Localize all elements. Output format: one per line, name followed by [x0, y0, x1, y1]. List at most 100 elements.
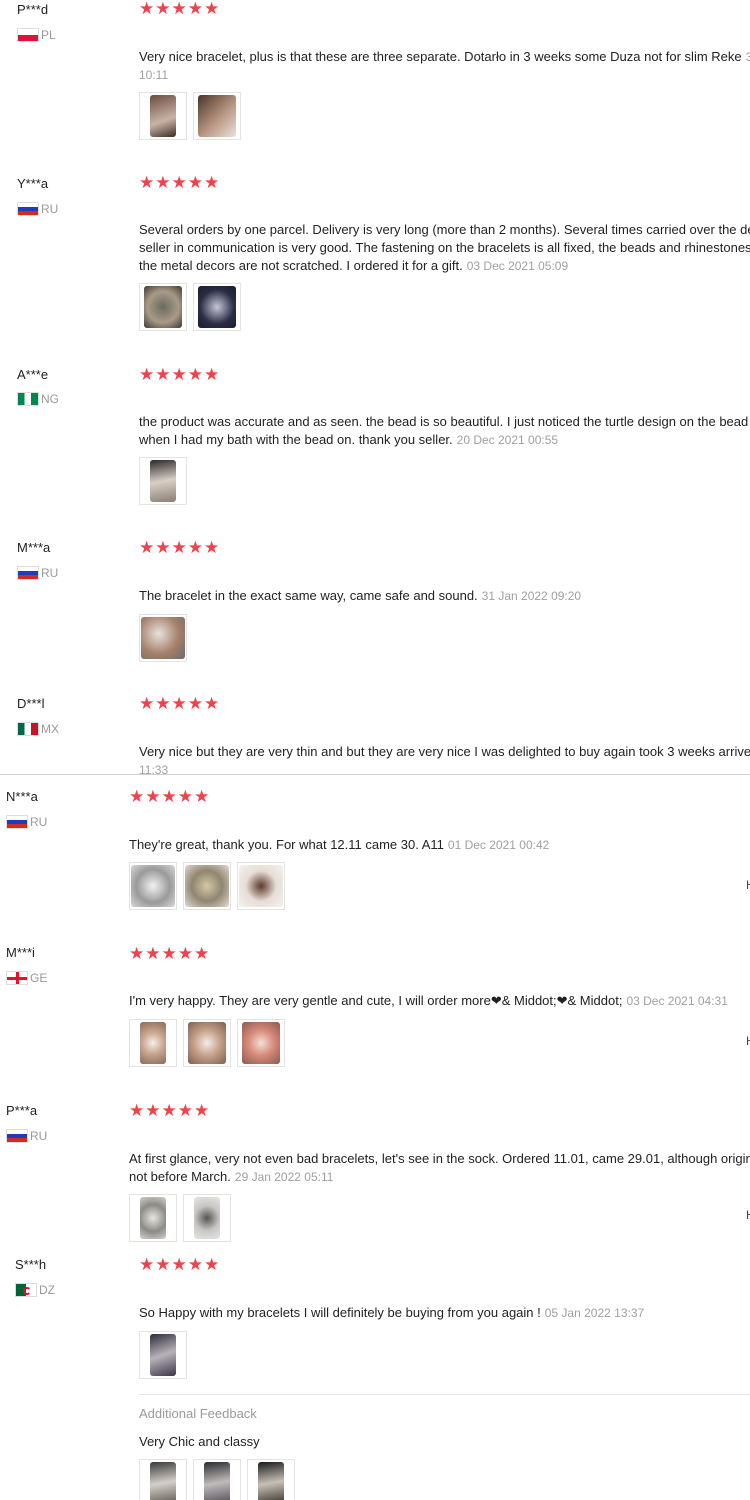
rating-stars: ★★★★★ — [139, 1255, 221, 1274]
review-text-line: the product was accurate and as seen. th… — [139, 414, 749, 429]
review-text-line: I'm very happy. They are very gentle and… — [129, 993, 728, 1008]
review-photos — [139, 614, 187, 662]
review-text-line: when I had my bath with the bead on. tha… — [139, 432, 559, 447]
review-text-line: seller in communication is very good. Th… — [139, 240, 750, 255]
review-date: 29 Jan 2022 05:11 — [234, 1170, 334, 1184]
reviewer-name: P***d — [17, 2, 49, 17]
reviewer-name: M***i — [6, 945, 35, 960]
review-photo[interactable] — [139, 1459, 187, 1500]
reviewer-country: GE — [6, 971, 47, 985]
review-photo[interactable] — [193, 283, 241, 331]
review-card: P***d PL ★★★★★ Very nice bracelet, plus … — [0, 0, 750, 161]
review-card: M***i GE ★★★★★ I'm very happy. They are … — [0, 931, 750, 1089]
review-photo[interactable] — [139, 1331, 187, 1379]
review-photo[interactable] — [129, 1019, 177, 1067]
reviewer-country: DZ — [15, 1283, 55, 1297]
flag-dz-icon — [15, 1283, 37, 1297]
helpful-marker[interactable]: H — [746, 1034, 750, 1048]
country-code: RU — [30, 815, 48, 829]
rating-stars: ★★★★★ — [129, 787, 211, 806]
review-photo[interactable] — [183, 1194, 231, 1242]
review-text: Very nice bracelet, plus is that these a… — [139, 49, 750, 64]
review-text-line: the metal decors are not scratched. I or… — [139, 258, 569, 273]
review-text-line: So Happy with my bracelets I will defini… — [139, 1305, 645, 1320]
review-date: 01 Dec 2021 00:42 — [447, 838, 550, 852]
review-text-line: The bracelet in the exact same way, came… — [139, 588, 582, 603]
reviewer-name: P***a — [6, 1103, 38, 1118]
review-photo[interactable] — [139, 457, 187, 505]
review-card: N***a RU ★★★★★ They're great, thank you.… — [0, 775, 750, 932]
review-photo[interactable] — [237, 862, 285, 910]
review-photos — [129, 862, 285, 910]
helpful-marker[interactable]: H — [746, 878, 750, 892]
reviewer-country: RU — [17, 566, 58, 580]
review-photo[interactable] — [139, 283, 187, 331]
review-photo[interactable] — [247, 1459, 295, 1500]
review-card: P***a RU ★★★★★ At first glance, very not… — [0, 1088, 750, 1243]
review-text-line: Several orders by one parcel. Delivery i… — [139, 222, 750, 237]
flag-mx-icon — [17, 722, 39, 736]
flag-ru-icon — [6, 1129, 28, 1143]
flag-ge-icon — [6, 971, 28, 985]
review-text-line: At first glance, very not even bad brace… — [129, 1151, 750, 1166]
review-text-line: They're great, thank you. For what 12.11… — [129, 837, 550, 852]
country-code: GE — [30, 971, 48, 985]
review-text-line: Very nice but they are very thin and but… — [139, 744, 750, 759]
reviewer-name: A***e — [17, 367, 49, 382]
review-photo[interactable] — [193, 1459, 241, 1500]
review-photo[interactable] — [183, 1019, 231, 1067]
review-card: A***e NG ★★★★★ the product was accurate … — [0, 352, 750, 527]
country-code: RU — [41, 566, 59, 580]
review-photos — [139, 283, 241, 331]
review-card: D***l MX ★★★★★ Very nice but they are ve… — [0, 682, 750, 774]
review-photos — [129, 1194, 231, 1242]
review-date: 11:33 — [139, 763, 169, 774]
review-card: Y***a RU ★★★★★ Several orders by one par… — [0, 160, 750, 353]
review-card: M***a RU ★★★★★ The bracelet in the exact… — [0, 526, 750, 683]
review-photo[interactable] — [183, 862, 231, 910]
country-code: NG — [41, 392, 59, 406]
reviewer-country: MX — [17, 722, 59, 736]
helpful-marker[interactable]: H — [746, 1208, 750, 1222]
additional-feedback-text: Very Chic and classy — [139, 1434, 260, 1449]
reviewer-name: M***a — [17, 540, 51, 555]
review-text-line: not before March. 29 Jan 2022 05:11 — [129, 1169, 334, 1184]
review-photos — [139, 92, 241, 140]
rating-stars: ★★★★★ — [129, 1101, 211, 1120]
review-date: 05 Jan 2022 13:37 — [544, 1306, 645, 1320]
country-code: RU — [30, 1129, 48, 1143]
additional-feedback-label: Additional Feedback — [139, 1406, 257, 1421]
rating-stars: ★★★★★ — [139, 538, 221, 557]
review-photo[interactable] — [129, 1194, 177, 1242]
review-date: 03 Dec 2021 04:31 — [626, 994, 728, 1008]
review-photos — [139, 1331, 187, 1379]
reviewer-name: N***a — [6, 789, 38, 804]
rating-stars: ★★★★★ — [129, 944, 211, 963]
review-photo[interactable] — [139, 614, 187, 662]
flag-ru-icon — [17, 566, 39, 580]
rating-stars: ★★★★★ — [139, 694, 221, 713]
review-date: 31 Jan 2022 09:20 — [481, 589, 582, 603]
review-photo[interactable] — [139, 92, 187, 140]
flag-ru-icon — [6, 815, 28, 829]
reviewer-country: RU — [6, 1129, 47, 1143]
review-photo[interactable] — [193, 92, 241, 140]
additional-divider — [139, 1394, 750, 1395]
flag-ru-icon — [17, 202, 39, 216]
country-code: DZ — [39, 1283, 55, 1297]
flag-ng-icon — [17, 392, 39, 406]
rating-stars: ★★★★★ — [139, 173, 221, 192]
country-code: RU — [41, 202, 59, 216]
rating-stars: ★★★★★ — [139, 365, 221, 384]
reviewer-name: Y***a — [17, 176, 49, 191]
rating-stars: ★★★★★ — [139, 0, 221, 18]
country-code: PL — [41, 28, 56, 42]
reviewer-country: NG — [17, 392, 59, 406]
flag-pl-icon — [17, 28, 39, 42]
reviewer-country: RU — [17, 202, 58, 216]
review-photo[interactable] — [129, 862, 177, 910]
reviewer-name: D***l — [17, 696, 45, 711]
additional-photos — [139, 1459, 295, 1500]
review-photo[interactable] — [237, 1019, 285, 1067]
review-date: 10:11 — [139, 68, 169, 82]
